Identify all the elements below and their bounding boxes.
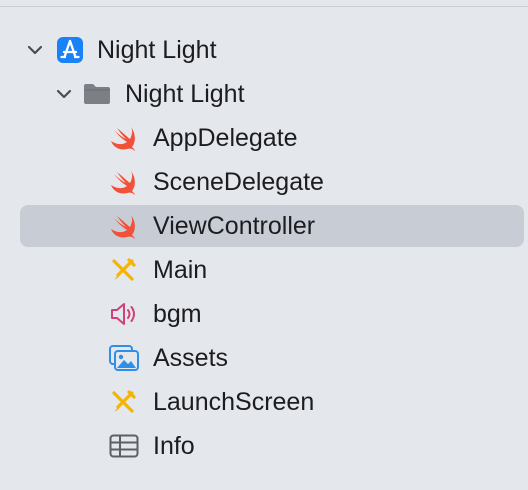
storyboard-icon [112, 390, 136, 413]
file-label: Assets [153, 344, 229, 372]
tree-row-file[interactable]: Info [20, 425, 524, 467]
tree-row-file[interactable]: bgm [20, 293, 524, 335]
swift-icon [111, 215, 135, 239]
tree-row-group[interactable]: Night Light [20, 73, 524, 115]
audio-speaker-icon [111, 303, 135, 325]
plist-table-icon [109, 434, 139, 458]
group-label: Night Light [125, 80, 245, 108]
tree-row-file[interactable]: SceneDelegate [20, 161, 524, 203]
tree-row-file[interactable]: Main [20, 249, 524, 291]
file-label: SceneDelegate [153, 168, 324, 196]
asset-catalog-icon [109, 345, 139, 371]
file-label: Info [153, 432, 195, 460]
file-label: ViewController [153, 212, 316, 240]
tree-row-file[interactable]: AppDelegate [20, 117, 524, 159]
folder-icon [84, 84, 110, 104]
chevron-down-icon[interactable] [55, 85, 73, 103]
file-label: bgm [153, 300, 202, 328]
tree-row-project[interactable]: Night Light [20, 29, 524, 71]
tree-row-file[interactable]: Assets [20, 337, 524, 379]
file-label: LaunchScreen [153, 388, 315, 416]
project-label: Night Light [97, 36, 217, 64]
swift-icon [111, 171, 135, 195]
file-label: Main [153, 256, 208, 284]
top-divider [0, 6, 528, 7]
storyboard-icon [112, 258, 136, 281]
file-label: AppDelegate [153, 124, 298, 152]
tree-row-file[interactable]: LaunchScreen [20, 381, 524, 423]
xcode-app-project-icon [57, 37, 83, 63]
tree-row-file-selected[interactable]: ViewController [20, 205, 524, 247]
chevron-down-icon[interactable] [26, 41, 44, 59]
swift-icon [111, 127, 135, 151]
